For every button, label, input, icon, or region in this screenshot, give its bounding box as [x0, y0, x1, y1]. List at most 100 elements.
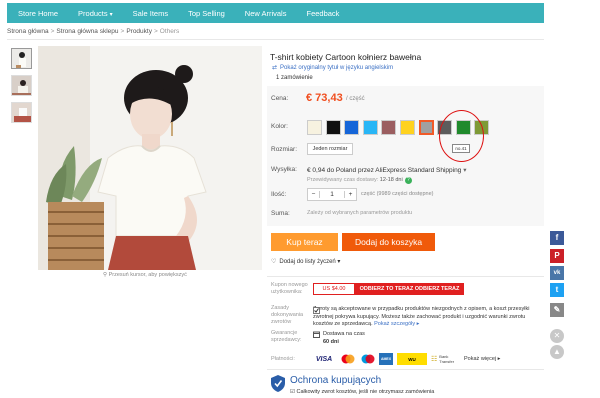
visa-icon: VISA: [315, 355, 333, 363]
shipping-label: Wysyłka:: [271, 166, 297, 173]
vk-share-button[interactable]: vk: [550, 266, 564, 280]
delivery-days: 60 dni: [323, 339, 339, 345]
quantity-increase-button[interactable]: +: [344, 191, 356, 198]
buy-now-button[interactable]: Kup teraz: [271, 233, 338, 251]
wishlist-text: Dodaj do listy życzeń: [279, 259, 336, 265]
checkbox-icon: [313, 307, 320, 314]
breadcrumb-home[interactable]: Strona główna: [7, 28, 49, 35]
thumbnail-image: [12, 49, 31, 68]
breadcrumb-store-home[interactable]: Strona główna sklepu: [56, 28, 118, 35]
twitter-share-button[interactable]: t: [550, 283, 564, 297]
nav-store-home[interactable]: Store Home: [7, 9, 68, 18]
edit-icon[interactable]: ✎: [550, 303, 564, 317]
heart-icon: ♡: [271, 259, 277, 265]
price-unit: / część: [346, 96, 365, 102]
divider: [267, 276, 544, 277]
breadcrumb-separator: >: [153, 28, 158, 35]
nav-feedback[interactable]: Feedback: [296, 9, 349, 18]
thumbnail-image: [12, 76, 31, 95]
color-swatch[interactable]: [325, 120, 341, 135]
chevron-down-icon: ▾: [463, 167, 467, 174]
buyer-protection-title: Ochrona kupujących: [290, 375, 382, 386]
store-nav-bar: Store Home Products ▾ Sale Items Top Sell…: [7, 3, 544, 23]
breadcrumb-products[interactable]: Produkty: [126, 28, 152, 35]
breadcrumb-current: Others: [159, 28, 180, 35]
buyer-protection-line: ☑ Całkowity zwrot kosztów, jeśli nie otr…: [290, 389, 434, 395]
product-title: T-shirt kobiety Cartoon kołnierz bawełna: [270, 52, 422, 62]
product-main-image[interactable]: [38, 46, 262, 270]
product-price: € 73,43: [306, 92, 343, 104]
on-time-delivery: Dostawa na czas: [323, 331, 365, 337]
color-swatch[interactable]: [400, 120, 415, 135]
breadcrumb: Strona główna > Strona główna sklepu > Produ…: [7, 28, 179, 35]
western-union-icon: WU: [397, 353, 427, 365]
gallery-thumbnail[interactable]: [11, 102, 32, 123]
bank-transfer-label: Bank Transfer: [439, 354, 455, 364]
size-option-button[interactable]: Jeden rozmiar: [307, 143, 353, 155]
quantity-stepper: − 1 +: [307, 188, 357, 201]
eta-prefix: Przewidywany czas dostawy:: [307, 177, 379, 183]
zoom-hint-text: Przesuń kursor, aby powiększyć: [108, 272, 187, 278]
nav-products-label: Products: [78, 8, 108, 18]
gallery-thumbnail[interactable]: [11, 48, 32, 69]
divider: [267, 369, 544, 370]
pinterest-share-button[interactable]: P: [550, 249, 564, 263]
total-text: Zależy od wybranych parametrów produktu: [307, 210, 413, 216]
shield-icon: [271, 375, 285, 392]
size-label: Rozmiar:: [271, 146, 298, 153]
nav-products[interactable]: Products ▾: [68, 9, 123, 18]
translate-icon: ⇄: [272, 65, 278, 71]
breadcrumb-separator: >: [50, 28, 55, 35]
color-swatch[interactable]: [418, 120, 434, 135]
bank-transfer-icon: ☷ Bank Transfer: [431, 353, 461, 365]
claim-coupon-button[interactable]: ODBIERZ TO TERAZ ODBIERZ TERAZ: [355, 283, 464, 295]
returns-text: Zwroty są akceptowane w przypadku produk…: [313, 306, 530, 327]
zoom-hint: ⚲ Przesuń kursor, aby powiększyć: [103, 272, 187, 278]
maestro-icon: [361, 354, 375, 364]
chevron-right-icon: ▸: [416, 321, 420, 327]
nav-new-arrivals[interactable]: New Arrivals: [235, 9, 297, 18]
chevron-down-icon: ▾: [109, 11, 113, 18]
product-photo: [38, 46, 262, 270]
add-to-cart-button[interactable]: Dodaj do koszyka: [342, 233, 435, 251]
seller-guarantee-label: Gwarancje sprzedawcy:: [271, 330, 302, 343]
gallery-thumbnail[interactable]: [11, 75, 32, 96]
breadcrumb-separator: >: [120, 28, 125, 35]
product-options-panel: [267, 86, 544, 226]
shipping-selector[interactable]: € 0,94 do Poland przez AliExpress Standa…: [307, 166, 467, 174]
nav-top-selling[interactable]: Top Selling: [178, 9, 235, 18]
shipping-text: € 0,94 do Poland przez AliExpress Standa…: [307, 167, 462, 174]
chevron-right-icon: ▸: [497, 356, 501, 362]
order-count: 1 zamówienie: [276, 75, 313, 81]
returns-policy: Zwroty są akceptowane w przypadku produk…: [313, 306, 537, 329]
returns-details-link[interactable]: Pokaż szczegóły: [374, 321, 415, 327]
scroll-to-top-icon[interactable]: ▲: [550, 345, 564, 359]
color-swatch[interactable]: [344, 120, 360, 135]
magnifier-icon: ⚲: [103, 272, 108, 278]
color-swatch[interactable]: [381, 120, 397, 135]
coupon-label: Kupon nowego użytkownika:: [271, 282, 308, 295]
close-icon[interactable]: ✕: [550, 329, 564, 343]
show-original-title-link[interactable]: ⇄ Pokaż oryginalny tytuł w języku angiels…: [272, 64, 393, 71]
quantity-label: Ilość:: [271, 191, 287, 198]
delivery-estimate: Przewidywany czas dostawy: 12-18 dni?: [307, 177, 412, 184]
help-icon[interactable]: ?: [404, 177, 412, 184]
quantity-input[interactable]: 1: [320, 191, 344, 198]
show-more-payments-link[interactable]: Pokaż więcej ▸: [464, 356, 500, 362]
coupon-value: US $4.00: [313, 283, 355, 295]
quantity-availability: część (9989 części dostępne): [361, 191, 434, 197]
annotation-circle: [439, 110, 484, 162]
quantity-decrease-button[interactable]: −: [308, 191, 320, 198]
payment-label: Płatności:: [271, 356, 295, 362]
color-swatch[interactable]: [362, 120, 378, 135]
nav-sale-items[interactable]: Sale Items: [123, 9, 178, 18]
eta-value: 12-18 dni: [379, 177, 403, 183]
chevron-down-icon: ▾: [337, 259, 341, 265]
total-label: Suma:: [271, 210, 290, 217]
show-original-title-text: Pokaż oryginalny tytuł w języku angielsk…: [280, 65, 394, 71]
buyer-protection-text: Całkowity zwrot kosztów, jeśli nie otrzy…: [296, 389, 435, 395]
add-to-wishlist-link[interactable]: ♡ Dodaj do listy życzeń ▾: [271, 258, 340, 265]
color-swatch[interactable]: [307, 120, 322, 135]
facebook-share-button[interactable]: f: [550, 231, 564, 245]
color-tooltip: no.41: [452, 144, 470, 153]
